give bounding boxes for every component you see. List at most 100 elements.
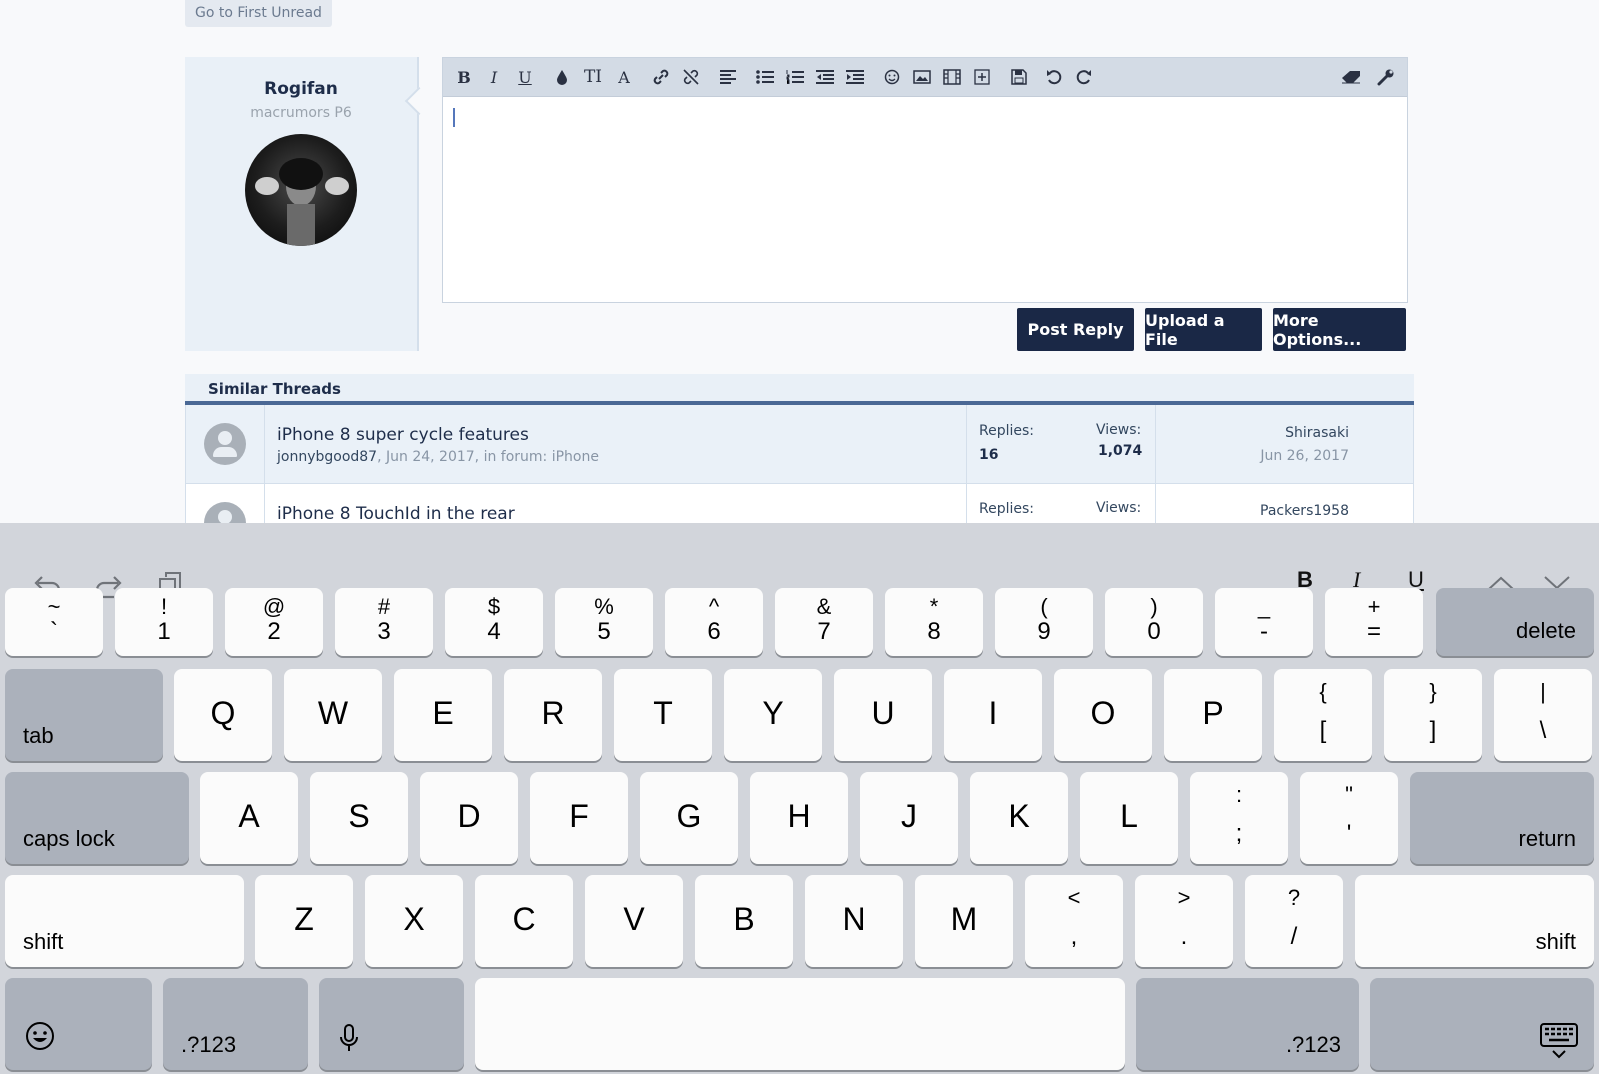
- number-key[interactable]: ~ `: [5, 588, 103, 656]
- symbol-key[interactable]: ? /: [1245, 875, 1343, 967]
- letter-key[interactable]: B: [695, 875, 793, 967]
- number-key[interactable]: $4: [445, 588, 543, 656]
- font-family-icon[interactable]: A: [613, 66, 635, 88]
- numbers-key-right[interactable]: .?123: [1136, 978, 1359, 1070]
- letter-key[interactable]: C: [475, 875, 573, 967]
- underline-icon[interactable]: U: [514, 66, 536, 88]
- letter-key[interactable]: F: [530, 772, 628, 864]
- letter-key[interactable]: T: [614, 669, 712, 761]
- last-post-date[interactable]: Jun 26, 2017: [1260, 448, 1349, 464]
- space-key[interactable]: [475, 978, 1125, 1070]
- symbol-key[interactable]: " ': [1300, 772, 1398, 864]
- left-shift-key[interactable]: shift: [5, 875, 244, 967]
- italic-icon[interactable]: I: [483, 66, 505, 88]
- hide-keyboard-key[interactable]: [1370, 978, 1594, 1070]
- letter-key[interactable]: Y: [724, 669, 822, 761]
- number-key[interactable]: _ -: [1215, 588, 1313, 656]
- smilies-icon[interactable]: [881, 66, 903, 88]
- last-poster[interactable]: Packers1958: [1260, 503, 1349, 519]
- letter-key[interactable]: G: [640, 772, 738, 864]
- bullet-list-icon[interactable]: [754, 66, 776, 88]
- thread-title[interactable]: iPhone 8 super cycle features: [277, 425, 529, 445]
- letter-key[interactable]: H: [750, 772, 848, 864]
- symbol-key[interactable]: | \: [1494, 669, 1592, 761]
- upload-file-button[interactable]: Upload a File: [1145, 308, 1262, 351]
- letter-key[interactable]: J: [860, 772, 958, 864]
- number-key[interactable]: ! 1: [115, 588, 213, 656]
- letter-key[interactable]: V: [585, 875, 683, 967]
- letter-key[interactable]: R: [504, 669, 602, 761]
- number-key[interactable]: ^ 6: [665, 588, 763, 656]
- letter-key[interactable]: N: [805, 875, 903, 967]
- letter-key[interactable]: P: [1164, 669, 1262, 761]
- number-key[interactable]: * 8: [885, 588, 983, 656]
- letter-key[interactable]: O: [1054, 669, 1152, 761]
- number-key[interactable]: % 5: [555, 588, 653, 656]
- font-size-icon[interactable]: TI: [582, 66, 604, 88]
- letter-key[interactable]: L: [1080, 772, 1178, 864]
- delete-key[interactable]: delete: [1436, 588, 1594, 656]
- thread-row[interactable]: iPhone 8 super cycle features jonnybgood…: [185, 405, 1414, 484]
- number-key[interactable]: @2: [225, 588, 323, 656]
- save-draft-icon[interactable]: [1008, 66, 1030, 88]
- key-glyph: S: [348, 798, 370, 834]
- letter-key[interactable]: W: [284, 669, 382, 761]
- letter-key[interactable]: Z: [255, 875, 353, 967]
- insert-icon[interactable]: [971, 66, 993, 88]
- undo-icon[interactable]: [1043, 66, 1065, 88]
- symbol-key[interactable]: <,: [1025, 875, 1123, 967]
- letter-key[interactable]: E: [394, 669, 492, 761]
- avatar[interactable]: [245, 134, 357, 246]
- letter-key[interactable]: Q: [174, 669, 272, 761]
- default-avatar-icon[interactable]: [204, 423, 246, 465]
- key-base-glyph: `: [50, 618, 58, 645]
- redo-icon[interactable]: [1073, 66, 1095, 88]
- username[interactable]: Rogifan: [185, 79, 417, 99]
- tab-key[interactable]: tab: [5, 669, 163, 761]
- number-key[interactable]: + =: [1325, 588, 1423, 656]
- letter-key[interactable]: S: [310, 772, 408, 864]
- bold-icon[interactable]: B: [453, 66, 475, 88]
- image-icon[interactable]: [911, 66, 933, 88]
- thread-title[interactable]: iPhone 8 TouchId in the rear: [277, 504, 515, 524]
- number-key[interactable]: (9: [995, 588, 1093, 656]
- remove-format-icon[interactable]: [1340, 66, 1362, 88]
- numbers-key-left[interactable]: .?123: [163, 978, 308, 1070]
- number-key[interactable]: #3: [335, 588, 433, 656]
- thread-starter[interactable]: jonnybgood87: [277, 449, 377, 465]
- symbol-key[interactable]: >.: [1135, 875, 1233, 967]
- settings-icon[interactable]: [1375, 66, 1397, 88]
- post-reply-button[interactable]: Post Reply: [1017, 308, 1134, 351]
- emoji-key[interactable]: [5, 978, 152, 1070]
- letter-key[interactable]: K: [970, 772, 1068, 864]
- letter-key[interactable]: X: [365, 875, 463, 967]
- go-to-first-unread-link[interactable]: Go to First Unread: [185, 0, 332, 27]
- symbol-key[interactable]: }]: [1384, 669, 1482, 761]
- symbol-key[interactable]: {[: [1274, 669, 1372, 761]
- key-glyph: A: [238, 798, 260, 834]
- reply-editor[interactable]: B I U TI A: [442, 57, 1408, 303]
- align-icon[interactable]: [717, 66, 739, 88]
- return-key[interactable]: return: [1410, 772, 1594, 864]
- number-key[interactable]: ) 0: [1105, 588, 1203, 656]
- more-options-button[interactable]: More Options...: [1273, 308, 1406, 351]
- number-key[interactable]: & 7: [775, 588, 873, 656]
- caps-lock-key[interactable]: caps lock: [5, 772, 189, 864]
- letter-key[interactable]: U: [834, 669, 932, 761]
- letter-key[interactable]: A: [200, 772, 298, 864]
- link-icon[interactable]: [650, 66, 672, 88]
- dictation-key[interactable]: [319, 978, 464, 1070]
- letter-key[interactable]: D: [420, 772, 518, 864]
- last-poster[interactable]: Shirasaki: [1285, 425, 1349, 441]
- numbered-list-icon[interactable]: [784, 66, 806, 88]
- right-shift-key[interactable]: shift: [1355, 875, 1594, 967]
- unlink-icon[interactable]: [680, 66, 702, 88]
- key-shift-glyph: ": [1345, 782, 1353, 807]
- indent-icon[interactable]: [844, 66, 866, 88]
- symbol-key[interactable]: :;: [1190, 772, 1288, 864]
- text-color-icon[interactable]: [551, 66, 573, 88]
- letter-key[interactable]: I: [944, 669, 1042, 761]
- media-icon[interactable]: [941, 66, 963, 88]
- letter-key[interactable]: M: [915, 875, 1013, 967]
- outdent-icon[interactable]: [814, 66, 836, 88]
